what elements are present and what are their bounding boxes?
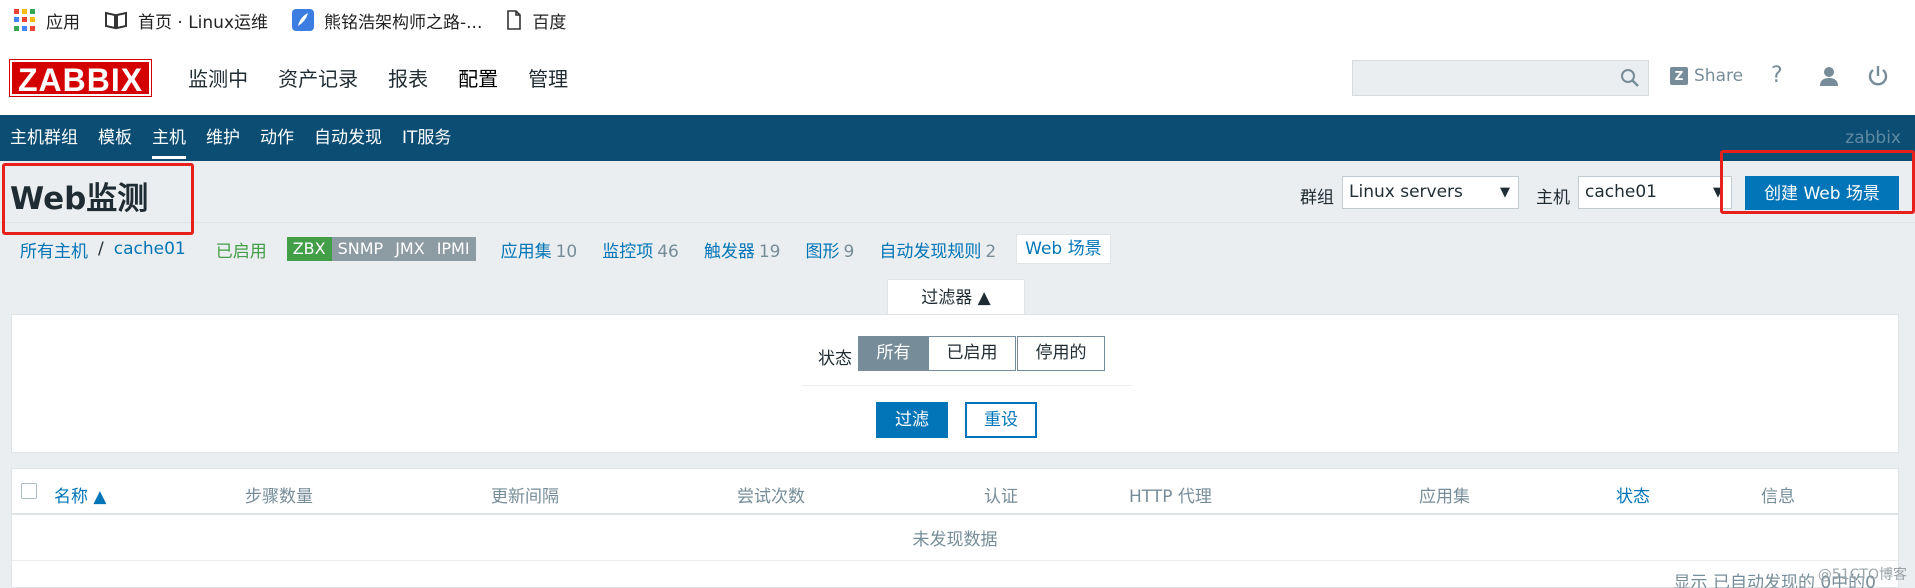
search-input[interactable] xyxy=(1352,60,1649,96)
menu-reports[interactable]: 报表 xyxy=(373,63,443,92)
host-status[interactable]: 已启用 xyxy=(216,237,267,262)
share-z-icon: Z xyxy=(1670,67,1688,85)
all-hosts-link[interactable]: 所有主机 xyxy=(20,237,88,262)
filter-panel: 状态 所有 已启用 停用的 过滤 重设 xyxy=(11,314,1899,453)
column-name[interactable]: 名称 ▲ xyxy=(54,482,106,507)
share-link[interactable]: Z Share xyxy=(1670,66,1743,86)
filter-divider xyxy=(802,385,1132,386)
select-all-checkbox[interactable] xyxy=(21,483,37,499)
bookmark-label: 应用 xyxy=(46,12,80,33)
group-label: 群组 xyxy=(1300,188,1334,208)
status-option-enabled[interactable]: 已启用 xyxy=(928,336,1016,371)
host-select-value: cache01 xyxy=(1585,182,1657,202)
reset-filter-button[interactable]: 重设 xyxy=(965,402,1037,438)
top-header: ZABBIX 监测中 资产记录 报表 配置 管理 Z Share ? xyxy=(0,40,1915,115)
ipmi-badge: IPMI xyxy=(430,237,476,261)
bookmark-label: 熊铭浩架构师之路-... xyxy=(324,12,483,33)
title-row: Web监测 群组 Linux servers ▼ 主机 cache01 ▼ 创建… xyxy=(0,150,1915,235)
subnav-it-services[interactable]: IT服务 xyxy=(392,115,461,161)
book-icon xyxy=(104,10,128,30)
group-select[interactable]: Linux servers ▼ xyxy=(1342,176,1519,209)
bookmarks-bar: 应用 首页 · Linux运维 熊铭浩架构师之路-... 百度 xyxy=(0,0,1915,40)
user-profile-icon[interactable] xyxy=(1819,66,1839,91)
subnav-maintenance[interactable]: 维护 xyxy=(196,115,250,161)
group-select-value: Linux servers xyxy=(1349,182,1463,202)
column-attempts: 尝试次数 xyxy=(737,487,805,507)
subnav-host-groups[interactable]: 主机群组 xyxy=(0,115,88,161)
main-menu: 监测中 资产记录 报表 配置 管理 xyxy=(173,63,583,92)
row-divider xyxy=(12,560,1898,561)
bookmark-architect[interactable]: 熊铭浩架构师之路-... xyxy=(292,8,482,33)
chevron-down-icon: ▼ xyxy=(1500,185,1510,200)
column-http-proxy: HTTP 代理 xyxy=(1129,487,1212,507)
filter-toggle-tab[interactable]: 过滤器 ▲ xyxy=(887,279,1025,315)
sub-navigation: 主机群组 模板 主机 维护 动作 自动发现 IT服务 zabbix xyxy=(0,115,1915,161)
zbx-badge: ZBX xyxy=(286,237,332,261)
column-steps: 步骤数量 xyxy=(245,487,313,507)
sign-out-icon[interactable] xyxy=(1867,65,1889,92)
bookmark-linux[interactable]: 首页 · Linux运维 xyxy=(104,8,268,33)
applications-link[interactable]: 应用集 10 xyxy=(501,237,578,262)
graphs-link[interactable]: 图形 9 xyxy=(806,237,855,262)
subnav-discovery[interactable]: 自动发现 xyxy=(304,115,392,161)
menu-configuration[interactable]: 配置 xyxy=(443,63,513,92)
zabbix-logo[interactable]: ZABBIX xyxy=(8,58,153,98)
column-interval: 更新间隔 xyxy=(491,487,559,507)
apps-grid-icon xyxy=(14,9,36,31)
status-filter-label: 状态 xyxy=(818,349,852,369)
apply-filter-button[interactable]: 过滤 xyxy=(876,402,948,438)
column-status[interactable]: 状态 xyxy=(1616,482,1650,507)
snmp-badge: SNMP xyxy=(331,237,390,261)
no-data-message: 未发现数据 xyxy=(912,530,998,550)
status-option-all[interactable]: 所有 xyxy=(858,336,929,371)
column-authentication: 认证 xyxy=(984,487,1018,507)
subnav-templates[interactable]: 模板 xyxy=(88,115,142,161)
jmx-badge: JMX xyxy=(389,237,431,261)
share-label: Share xyxy=(1694,66,1744,86)
web-scenarios-table: 名称 ▲ 步骤数量 更新间隔 尝试次数 认证 HTTP 代理 应用集 状态 信息… xyxy=(11,468,1899,588)
column-info: 信息 xyxy=(1761,487,1795,507)
bookmark-apps[interactable]: 应用 xyxy=(14,8,80,33)
bookmark-label: 百度 xyxy=(532,12,567,33)
menu-inventory[interactable]: 资产记录 xyxy=(263,63,373,92)
subnav-hosts[interactable]: 主机 xyxy=(142,115,196,161)
host-label: 主机 xyxy=(1536,188,1570,208)
help-icon[interactable]: ? xyxy=(1771,63,1783,88)
discovery-rules-link[interactable]: 自动发现规则 2 xyxy=(879,237,996,262)
host-link[interactable]: cache01 xyxy=(114,239,186,259)
web-scenarios-tab[interactable]: Web 场景 xyxy=(1016,234,1111,264)
bookmark-baidu[interactable]: 百度 xyxy=(506,8,566,33)
triggers-link[interactable]: 触发器 19 xyxy=(704,237,781,262)
items-link[interactable]: 监控项 46 xyxy=(602,237,679,262)
breadcrumb-separator: / xyxy=(98,239,104,259)
status-option-disabled[interactable]: 停用的 xyxy=(1017,336,1105,371)
bookmark-label: 首页 · Linux运维 xyxy=(138,12,269,33)
host-select[interactable]: cache01 ▼ xyxy=(1578,176,1732,209)
page-icon xyxy=(506,10,522,30)
search-icon[interactable] xyxy=(1620,68,1640,93)
host-navigation: 所有主机 / cache01 已启用 ZBX SNMP JMX IPMI 应用集… xyxy=(0,223,1915,275)
availability-badges: ZBX SNMP JMX IPMI xyxy=(286,237,476,261)
feather-icon xyxy=(292,9,315,31)
subnav-actions[interactable]: 动作 xyxy=(250,115,304,161)
menu-administration[interactable]: 管理 xyxy=(513,63,583,92)
column-application: 应用集 xyxy=(1419,487,1470,507)
table-header: 名称 ▲ 步骤数量 更新间隔 尝试次数 认证 HTTP 代理 应用集 状态 信息 xyxy=(12,469,1898,515)
menu-monitoring[interactable]: 监测中 xyxy=(173,63,263,92)
create-button-highlight-box xyxy=(1720,150,1915,214)
watermark: @51CTO博客 xyxy=(1817,567,1907,583)
